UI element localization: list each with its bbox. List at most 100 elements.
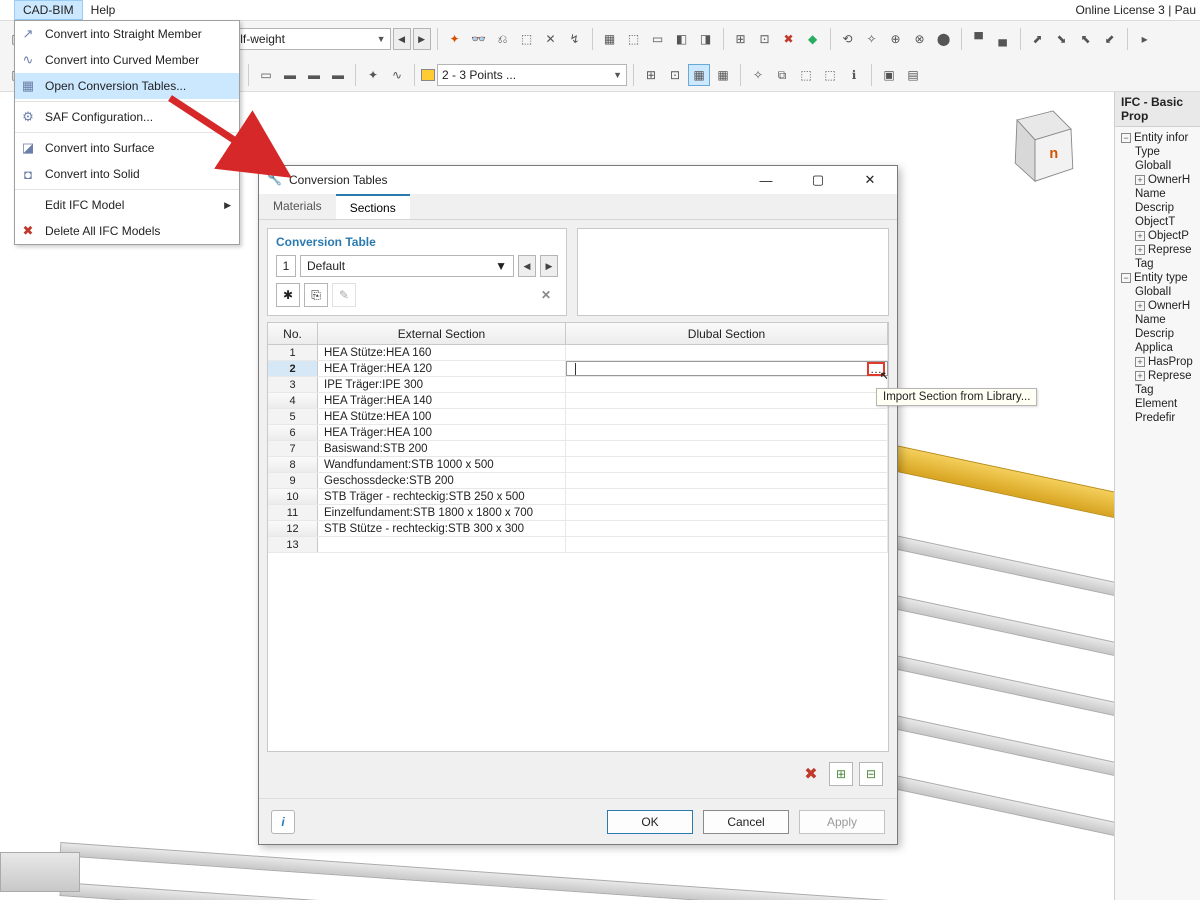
close-button[interactable]: ✕ — [847, 166, 893, 194]
ok-button[interactable]: OK — [607, 810, 693, 834]
tree-node[interactable]: −Entity infor — [1117, 131, 1198, 145]
tool-btn[interactable]: ⬊ — [1051, 28, 1073, 50]
menu-delete-ifc[interactable]: ✖Delete All IFC Models — [15, 218, 239, 244]
menu-edit-ifc[interactable]: Edit IFC Model▶ — [15, 192, 239, 218]
table-row[interactable]: 5HEA Stütze:HEA 100 — [268, 409, 888, 425]
tool-btn[interactable]: ✕ — [540, 28, 562, 50]
tool-btn[interactable]: ⬤ — [933, 28, 955, 50]
minimize-button[interactable]: — — [743, 166, 789, 194]
tool-btn[interactable]: ⬚ — [623, 28, 645, 50]
cell-external[interactable]: IPE Träger:IPE 300 — [318, 377, 566, 392]
tree-node[interactable]: Descrip — [1117, 201, 1198, 215]
tool-btn[interactable]: ℹ — [843, 64, 865, 86]
col-external[interactable]: External Section — [318, 323, 566, 344]
library-picker-button[interactable]: … — [867, 362, 885, 376]
cell-dlubal[interactable] — [566, 377, 888, 392]
menu-convert-curved[interactable]: ∿Convert into Curved Member — [15, 47, 239, 73]
table-select[interactable]: Default ▼ — [300, 255, 514, 277]
tree-node[interactable]: Tag — [1117, 383, 1198, 397]
cell-dlubal[interactable] — [566, 489, 888, 504]
tree-node[interactable]: Name — [1117, 313, 1198, 327]
cell-dlubal[interactable]: …↖ — [566, 361, 888, 376]
tool-btn[interactable]: ▬ — [327, 64, 349, 86]
tool-btn[interactable]: ⊡ — [664, 64, 686, 86]
tool-btn[interactable]: ✧ — [747, 64, 769, 86]
cell-external[interactable]: STB Träger - rechteckig:STB 250 x 500 — [318, 489, 566, 504]
tool-btn[interactable]: ⊗ — [909, 28, 931, 50]
tool-btn[interactable]: ▸ — [1134, 28, 1156, 50]
table-row[interactable]: 6HEA Träger:HEA 100 — [268, 425, 888, 441]
tool-btn[interactable]: ✦ — [362, 64, 384, 86]
tool-btn[interactable]: ⎌ — [492, 28, 514, 50]
tree-node[interactable]: Name — [1117, 187, 1198, 201]
table-row[interactable]: 2HEA Träger:HEA 120…↖ — [268, 361, 888, 377]
delete-row-button[interactable]: ✖ — [799, 762, 823, 786]
cell-external[interactable]: HEA Träger:HEA 120 — [318, 361, 566, 376]
tool-btn[interactable]: ↯ — [564, 28, 586, 50]
tool-btn[interactable]: ◆ — [802, 28, 824, 50]
cell-dlubal[interactable] — [566, 441, 888, 456]
cell-external[interactable]: HEA Träger:HEA 100 — [318, 425, 566, 440]
table-row[interactable]: 4HEA Träger:HEA 140 — [268, 393, 888, 409]
menu-open-conversion-tables[interactable]: ▦Open Conversion Tables... — [15, 73, 239, 99]
table-row[interactable]: 12STB Stütze - rechteckig:STB 300 x 300 — [268, 521, 888, 537]
help-button[interactable]: i — [271, 810, 295, 834]
nav-cube[interactable]: n — [990, 102, 1080, 192]
cell-dlubal[interactable] — [566, 409, 888, 424]
cancel-button[interactable]: Cancel — [703, 810, 789, 834]
tree-node[interactable]: +ObjectP — [1117, 229, 1198, 243]
menu-help[interactable]: Help — [83, 1, 124, 19]
cell-external[interactable]: Einzelfundament:STB 1800 x 1800 x 700 — [318, 505, 566, 520]
tool-btn[interactable]: ▦ — [688, 64, 710, 86]
tool-btn[interactable]: ∿ — [386, 64, 408, 86]
tree-node[interactable]: +Represe — [1117, 369, 1198, 383]
tool-btn[interactable]: ⬋ — [1099, 28, 1121, 50]
new-table-button[interactable]: ✱ — [276, 283, 300, 307]
tree-node[interactable]: ObjectT — [1117, 215, 1198, 229]
tool-btn[interactable]: ⬚ — [516, 28, 538, 50]
import-button[interactable]: ⊟ — [859, 762, 883, 786]
tool-btn[interactable]: ✖ — [778, 28, 800, 50]
tool-btn[interactable]: ⬉ — [1075, 28, 1097, 50]
tool-btn[interactable]: ▭ — [647, 28, 669, 50]
menu-cad-bim[interactable]: CAD-BIM — [14, 0, 83, 20]
tool-btn[interactable]: ◧ — [671, 28, 693, 50]
tool-btn[interactable]: ⧉ — [771, 64, 793, 86]
menu-convert-solid[interactable]: ◘Convert into Solid — [15, 161, 239, 187]
tool-btn[interactable]: ◨ — [695, 28, 717, 50]
tool-btn[interactable]: ▄ — [992, 28, 1014, 50]
loadcase-combo[interactable]: Self-weight ▼ — [221, 28, 391, 50]
prev-table-button[interactable]: ◀ — [518, 255, 536, 277]
tree-node[interactable]: Type — [1117, 145, 1198, 159]
star-icon[interactable]: ✦ — [444, 28, 466, 50]
cell-dlubal[interactable] — [566, 473, 888, 488]
table-row[interactable]: 3IPE Träger:IPE 300 — [268, 377, 888, 393]
cell-dlubal[interactable] — [566, 457, 888, 472]
table-row[interactable]: 9Geschossdecke:STB 200 — [268, 473, 888, 489]
tool-btn[interactable]: ⊞ — [640, 64, 662, 86]
cell-dlubal[interactable] — [566, 345, 888, 360]
tool-btn[interactable]: ▭ — [255, 64, 277, 86]
tree-node[interactable]: Element — [1117, 397, 1198, 411]
tab-materials[interactable]: Materials — [259, 194, 336, 219]
tree-node[interactable]: +HasProp — [1117, 355, 1198, 369]
tool-btn[interactable]: ⊞ — [730, 28, 752, 50]
export-button[interactable]: ⊞ — [829, 762, 853, 786]
cell-dlubal[interactable] — [566, 505, 888, 520]
cell-external[interactable]: Wandfundament:STB 1000 x 500 — [318, 457, 566, 472]
col-dlubal[interactable]: Dlubal Section — [566, 323, 888, 344]
copy-table-button[interactable]: ⎘ — [304, 283, 328, 307]
menu-convert-surface[interactable]: ◪Convert into Surface — [15, 135, 239, 161]
tool-btn[interactable]: ▤ — [902, 64, 924, 86]
cell-dlubal[interactable] — [566, 537, 888, 552]
cell-external[interactable] — [318, 537, 566, 552]
cell-external[interactable]: HEA Träger:HEA 140 — [318, 393, 566, 408]
tool-btn[interactable]: ✧ — [861, 28, 883, 50]
col-no[interactable]: No. — [268, 323, 318, 344]
tool-btn[interactable]: ▦ — [599, 28, 621, 50]
tool-btn[interactable]: ▬ — [279, 64, 301, 86]
prev-button[interactable]: ◀ — [393, 28, 411, 50]
delete-table-button[interactable]: ✕ — [534, 283, 558, 307]
tree-node[interactable]: Predefir — [1117, 411, 1198, 425]
tool-btn[interactable]: ⊡ — [754, 28, 776, 50]
